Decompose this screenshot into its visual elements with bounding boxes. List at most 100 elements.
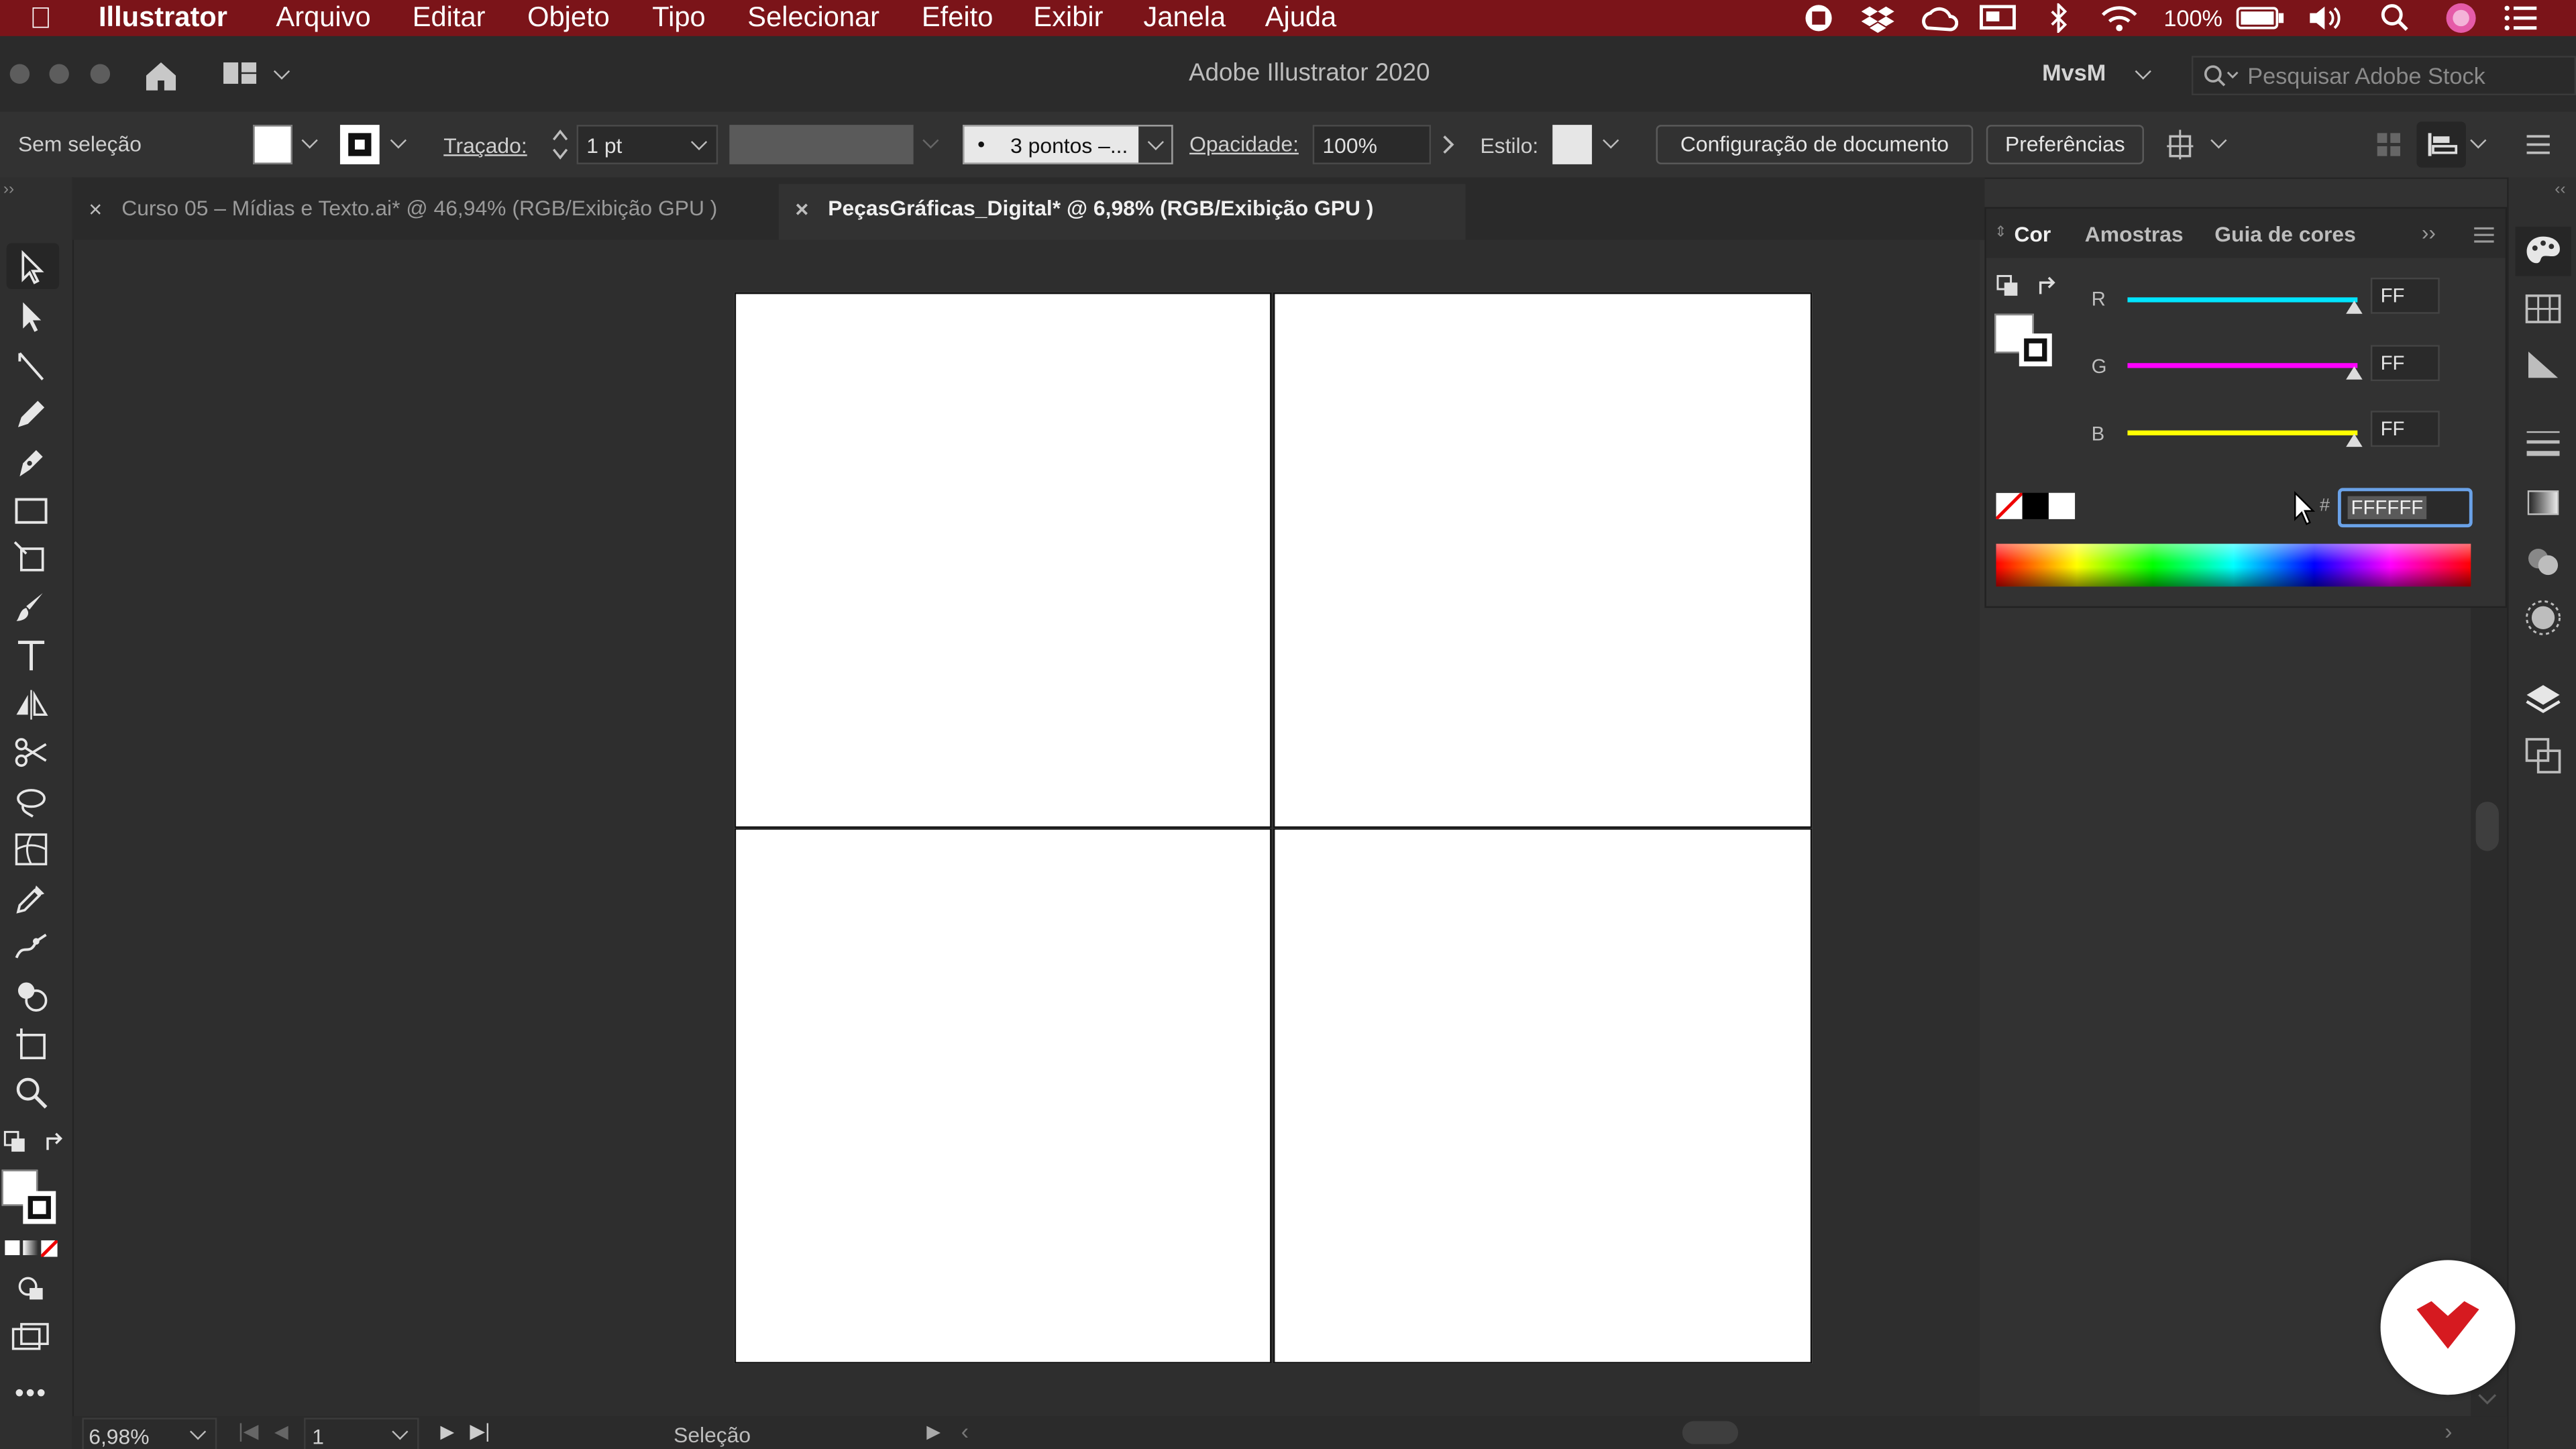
stroke-weight-field[interactable]: 1 pt	[576, 125, 718, 164]
close-tab-icon[interactable]: ×	[795, 184, 808, 233]
shape-builder-tool-icon[interactable]	[13, 977, 50, 1014]
stroke-swatch[interactable]	[339, 125, 380, 164]
align-grid-icon[interactable]	[2375, 131, 2402, 158]
graphic-style-swatch[interactable]	[1552, 125, 1593, 164]
zoom-tool-icon[interactable]	[13, 1075, 50, 1111]
none-color-swatch[interactable]	[1996, 492, 2023, 519]
artboard-3[interactable]	[734, 828, 1272, 1364]
screen-mode-icon[interactable]	[11, 1322, 51, 1352]
reflect-tool-icon[interactable]	[13, 687, 50, 723]
color-spectrum[interactable]	[1996, 543, 2471, 587]
tab-cor[interactable]: Cor	[2014, 222, 2051, 247]
menu-efeito[interactable]: Efeito	[922, 0, 993, 36]
panel-collapse-icon[interactable]: ⇕	[1994, 223, 2006, 241]
artboard-tool-icon[interactable]	[13, 1025, 50, 1061]
color-panel-icon[interactable]	[2524, 231, 2563, 271]
rectangle-tool-icon[interactable]	[13, 493, 50, 529]
artboard-chevron-icon[interactable]	[392, 1424, 409, 1440]
mesh-tool-icon[interactable]	[13, 831, 50, 867]
g-value-field[interactable]: FF	[2370, 345, 2440, 382]
scissors-tool-icon[interactable]	[13, 735, 50, 771]
zoom-window-button[interactable]	[90, 64, 111, 84]
next-artboard-icon[interactable]: ▶	[440, 1421, 454, 1442]
collapse-dock-icon[interactable]: ‹‹	[2555, 180, 2565, 199]
selection-tool-icon[interactable]	[13, 250, 50, 286]
menu-janela[interactable]: Janela	[1144, 0, 1226, 36]
paintbrush-tool-icon[interactable]	[13, 590, 50, 626]
menu-tipo[interactable]: Tipo	[652, 0, 705, 36]
type-tool-icon[interactable]	[13, 637, 50, 674]
tab-guia-de-cores[interactable]: Guia de cores	[2214, 222, 2356, 247]
panel-expand-icon[interactable]: ››	[2422, 220, 2436, 245]
creative-cloud-icon[interactable]	[1919, 5, 1959, 34]
menu-ajuda[interactable]: Ajuda	[1265, 0, 1336, 36]
color-guide-panel-icon[interactable]	[2524, 345, 2563, 384]
workspace-switcher[interactable]: MvsM	[2042, 59, 2106, 85]
layers-panel-icon[interactable]	[2524, 680, 2563, 720]
siri-icon[interactable]	[2445, 1, 2477, 34]
r-slider-thumb[interactable]	[2346, 301, 2363, 314]
document-setup-button[interactable]: Configuração de documento	[1656, 125, 1974, 164]
first-artboard-icon[interactable]: |◀	[238, 1419, 258, 1442]
draw-mode-icon[interactable]	[16, 1275, 46, 1301]
fill-dropdown-icon[interactable]	[301, 132, 318, 149]
tab-pecas-graficas[interactable]: × PeçasGráficas_Digital* @ 6,98% (RGB/Ex…	[778, 184, 1466, 240]
align-chevron-icon[interactable]	[2470, 132, 2487, 149]
stroke-dropdown-icon[interactable]	[390, 132, 407, 149]
last-artboard-icon[interactable]: ▶|	[470, 1419, 490, 1442]
dropbox-icon[interactable]	[1860, 3, 1896, 33]
direct-selection-tool-icon[interactable]	[13, 299, 50, 335]
collapse-toolbar-icon[interactable]: ››	[3, 180, 14, 199]
stroke-panel-icon[interactable]	[2524, 424, 2563, 464]
minimize-window-button[interactable]	[49, 64, 69, 84]
vertical-scroll-thumb[interactable]	[2475, 802, 2499, 851]
spotlight-search-icon[interactable]	[2381, 3, 2410, 33]
gradient-mode-button[interactable]	[23, 1240, 38, 1256]
artboard-number-field[interactable]: 1	[304, 1417, 419, 1449]
opacity-field[interactable]: 100%	[1312, 125, 1432, 164]
close-window-button[interactable]	[9, 64, 30, 84]
control-bar-menu-icon[interactable]	[2525, 133, 2551, 156]
artboard-1[interactable]	[734, 292, 1272, 828]
tab-curso-05[interactable]: × Curso 05 – Mídias e Texto.ai* @ 46,94%…	[72, 184, 782, 239]
appearance-panel-icon[interactable]	[2524, 598, 2563, 637]
b-slider-thumb[interactable]	[2346, 433, 2363, 447]
hex-field[interactable]: FFFFFF	[2337, 488, 2473, 528]
previous-artboard-icon[interactable]: ◀	[274, 1421, 288, 1442]
canvas[interactable]	[74, 239, 1980, 1417]
stroke-label[interactable]: Traçado:	[443, 133, 527, 158]
bluetooth-icon[interactable]	[2047, 3, 2070, 33]
transparency-panel-icon[interactable]	[2524, 542, 2563, 582]
home-icon[interactable]	[143, 59, 179, 92]
default-fill-stroke-icon[interactable]	[3, 1130, 26, 1153]
stock-search-field[interactable]: Pesquisar Adobe Stock	[2191, 56, 2576, 96]
opacity-label[interactable]: Opacidade:	[1189, 131, 1299, 156]
volume-icon[interactable]	[2306, 3, 2346, 33]
app-menu[interactable]: Illustrator	[99, 0, 227, 36]
r-value-field[interactable]: FF	[2370, 277, 2440, 314]
eyedropper-tool-icon[interactable]	[13, 881, 50, 917]
menu-arquivo[interactable]: Arquivo	[276, 0, 370, 36]
apple-menu-icon[interactable]: 	[30, 0, 52, 36]
tab-amostras[interactable]: Amostras	[2085, 222, 2184, 247]
screen-record-icon[interactable]	[1803, 3, 1835, 33]
panel-stroke-box[interactable]	[2019, 333, 2052, 367]
artboard-2[interactable]	[1273, 292, 1813, 828]
puppet-warp-tool-icon[interactable]	[13, 928, 50, 965]
panel-swap-colors-icon[interactable]	[2035, 274, 2058, 297]
none-mode-button[interactable]	[41, 1240, 58, 1257]
variable-width-profile[interactable]	[729, 125, 914, 164]
artboards-panel-icon[interactable]	[2524, 736, 2563, 775]
panel-menu-icon[interactable]	[2473, 225, 2496, 245]
opacity-arrow-icon[interactable]	[1439, 135, 1455, 154]
profile-chevron-icon[interactable]	[922, 132, 939, 149]
pen-tool-icon[interactable]	[13, 443, 50, 480]
r-slider[interactable]	[2127, 297, 2358, 303]
artboard-4[interactable]	[1273, 828, 1813, 1364]
free-transform-tool-icon[interactable]	[13, 541, 50, 577]
menu-exibir[interactable]: Exibir	[1033, 0, 1103, 36]
fill-swatch[interactable]	[253, 125, 292, 164]
white-color-swatch[interactable]	[2048, 492, 2076, 519]
wifi-icon[interactable]	[2100, 3, 2139, 33]
lasso-tool-icon[interactable]	[13, 784, 50, 820]
